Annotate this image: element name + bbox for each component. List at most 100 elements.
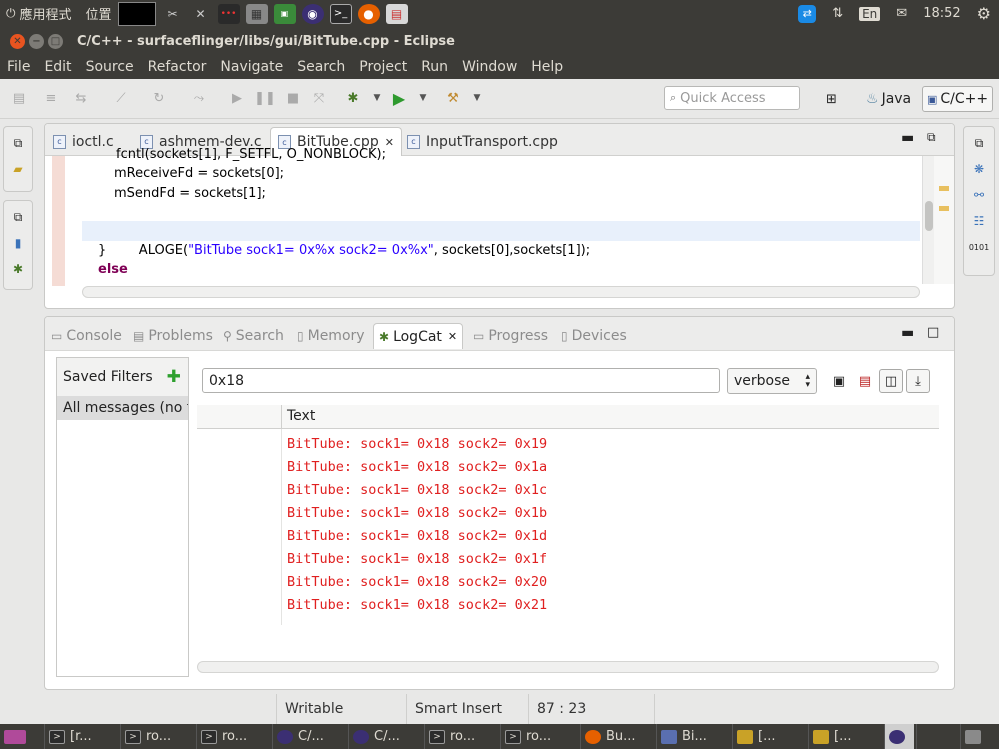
network-icon[interactable]: ⇅ bbox=[832, 6, 843, 21]
minimize-window-button[interactable]: − bbox=[29, 33, 44, 49]
places-menu[interactable]: 位置 bbox=[86, 0, 112, 27]
menu-navigate[interactable]: Navigate bbox=[213, 59, 290, 75]
calculator-launcher-icon[interactable]: ▦ bbox=[245, 3, 268, 24]
restore-icon[interactable]: ⧉ bbox=[969, 133, 989, 153]
step-icon[interactable]: ⤳ bbox=[190, 89, 208, 107]
taskbar-item[interactable]: > ro... bbox=[120, 724, 196, 749]
taskbar-item[interactable]: C/... bbox=[348, 724, 424, 749]
variables-icon[interactable]: ⚯ bbox=[969, 185, 989, 205]
registers-icon[interactable]: ☷ bbox=[969, 211, 989, 231]
debug-icon[interactable]: ✱ bbox=[344, 89, 362, 107]
resume-icon[interactable]: ▶ bbox=[228, 89, 246, 107]
clear-log-icon[interactable]: ▤ bbox=[853, 369, 877, 393]
taskbar-item[interactable]: C/... bbox=[272, 724, 348, 749]
outline-icon[interactable]: ❋ bbox=[969, 159, 989, 179]
tab-problems[interactable]: ▤ Problems bbox=[133, 323, 213, 349]
menu-run[interactable]: Run bbox=[414, 59, 455, 75]
code-area[interactable]: fcntl(sockets[1], F_SETFL, O_NONBLOCK); … bbox=[45, 147, 954, 308]
overview-ruler[interactable] bbox=[934, 156, 954, 284]
code-line[interactable]: fcntl(sockets[1], F_SETFL, O_NONBLOCK); bbox=[116, 145, 386, 165]
menu-refactor[interactable]: Refactor bbox=[141, 59, 214, 75]
warning-marker[interactable] bbox=[939, 186, 949, 191]
run-dropdown-icon[interactable]: ▼ bbox=[414, 89, 432, 107]
open-perspective-button[interactable]: ⊞ bbox=[822, 86, 841, 112]
editor-vertical-scrollbar[interactable] bbox=[922, 156, 934, 284]
trash-button[interactable] bbox=[960, 724, 999, 749]
column-divider[interactable] bbox=[281, 405, 282, 429]
code-line[interactable]: mSendFd = sockets[1]; bbox=[114, 184, 266, 204]
workspace-switcher[interactable] bbox=[884, 724, 914, 749]
tab-ioctl-c[interactable]: c ioctl.c bbox=[53, 127, 114, 156]
taskbar-item[interactable]: > [r... bbox=[44, 724, 120, 749]
maximize-view-icon[interactable]: □ bbox=[927, 325, 939, 340]
code-line-keyword[interactable]: else bbox=[98, 260, 128, 280]
tab-logcat[interactable]: ✱ LogCat ✕ bbox=[373, 323, 464, 349]
menu-file[interactable]: File bbox=[0, 59, 37, 75]
external-tools-icon[interactable]: ⚒ bbox=[444, 89, 462, 107]
taskbar-item[interactable]: Bi... bbox=[656, 724, 728, 749]
perspective-cpp-button[interactable]: ▣ C/C++ bbox=[922, 86, 994, 112]
scroll-lock-button[interactable]: ⤓ bbox=[906, 369, 930, 393]
log-row[interactable]: BitTube: sock1= 0x18 sock2= 0x1b bbox=[287, 502, 547, 525]
scroll-thumb[interactable] bbox=[925, 201, 933, 231]
terminate-icon[interactable]: ■ bbox=[284, 89, 302, 107]
terminal-launcher-icon[interactable] bbox=[117, 1, 156, 26]
show-desktop-button[interactable] bbox=[0, 724, 40, 749]
terminal-icon[interactable]: >_ bbox=[329, 3, 352, 24]
disassembly-icon[interactable]: 0101 bbox=[969, 237, 989, 257]
menu-help[interactable]: Help bbox=[524, 59, 570, 75]
perspective-java-button[interactable]: ♨ Java bbox=[862, 86, 915, 112]
eclipse-launcher-icon[interactable]: ◉ bbox=[301, 3, 324, 24]
tab-memory[interactable]: ▯ Memory bbox=[297, 323, 365, 349]
code-line[interactable]: mReceiveFd = sockets[0]; bbox=[114, 164, 284, 184]
language-indicator[interactable]: En bbox=[859, 6, 881, 21]
maximize-window-button[interactable]: □ bbox=[48, 33, 63, 49]
save-all-icon[interactable]: ⇆ bbox=[72, 89, 90, 107]
tab-inputtransport-cpp[interactable]: c InputTransport.cpp bbox=[407, 127, 558, 156]
save-icon[interactable]: ≡ bbox=[42, 89, 60, 107]
taskbar-item[interactable]: > ro... bbox=[196, 724, 272, 749]
add-filter-icon[interactable]: ✚ bbox=[167, 367, 181, 387]
chip-launcher-icon[interactable]: ▣ bbox=[273, 3, 296, 24]
book-icon[interactable]: ▮ bbox=[8, 233, 28, 253]
settings-gear-icon[interactable]: ⚙ bbox=[977, 4, 991, 23]
disconnect-icon[interactable]: ⤧ bbox=[310, 89, 328, 107]
run-icon[interactable]: ▶ bbox=[390, 89, 408, 108]
menu-project[interactable]: Project bbox=[352, 59, 414, 75]
editor-horizontal-scrollbar[interactable] bbox=[82, 286, 920, 298]
debug-dropdown-icon[interactable]: ▼ bbox=[368, 89, 386, 107]
restore-icon[interactable]: ⧉ bbox=[8, 207, 28, 227]
warning-marker[interactable] bbox=[939, 206, 949, 211]
wrench-launcher-icon[interactable]: ✕ bbox=[190, 4, 212, 24]
close-tab-icon[interactable]: ✕ bbox=[385, 136, 394, 149]
taskbar-item[interactable]: Bu... bbox=[580, 724, 652, 749]
log-row[interactable]: BitTube: sock1= 0x18 sock2= 0x19 bbox=[287, 433, 547, 456]
log-row[interactable]: BitTube: sock1= 0x18 sock2= 0x1d bbox=[287, 525, 547, 548]
taskbar-item[interactable]: [... bbox=[808, 724, 880, 749]
applications-menu[interactable]: ⏻ 應用程式 bbox=[6, 0, 72, 27]
refresh-icon[interactable]: ↻ bbox=[150, 89, 168, 107]
project-explorer-icon[interactable]: ▰ bbox=[8, 159, 28, 179]
tab-search[interactable]: ⚲ Search bbox=[223, 323, 284, 349]
code-line[interactable]: } bbox=[98, 241, 106, 261]
close-tab-icon[interactable]: ✕ bbox=[448, 330, 457, 343]
external-tools-dropdown-icon[interactable]: ▼ bbox=[468, 89, 486, 107]
log-row[interactable]: BitTube: sock1= 0x18 sock2= 0x21 bbox=[287, 594, 547, 617]
files-launcher-icon[interactable]: ▤ bbox=[385, 3, 408, 24]
taskbar-item[interactable]: [... bbox=[732, 724, 804, 749]
teamviewer-icon[interactable]: ⇄ bbox=[798, 4, 817, 23]
close-window-button[interactable]: ✕ bbox=[10, 33, 25, 49]
save-log-icon[interactable]: ▣ bbox=[827, 369, 851, 393]
minimize-editor-icon[interactable]: ▬ bbox=[901, 130, 914, 146]
mail-icon[interactable]: ✉ bbox=[896, 6, 907, 21]
tab-progress[interactable]: ▭ Progress bbox=[473, 323, 548, 349]
quick-access-input[interactable]: ⌕ Quick Access bbox=[664, 86, 800, 110]
tools-launcher-icon[interactable]: ✂ bbox=[162, 4, 184, 24]
menu-source[interactable]: Source bbox=[79, 59, 141, 75]
suspend-icon[interactable]: ❚❚ bbox=[254, 89, 276, 107]
minimize-view-icon[interactable]: ▬ bbox=[901, 325, 914, 341]
log-level-select[interactable]: verbose ▴ ▾ bbox=[727, 368, 817, 394]
build-icon[interactable]: ⟋ bbox=[112, 89, 130, 107]
taskbar-item[interactable]: > ro... bbox=[500, 724, 576, 749]
monitor-launcher-icon[interactable]: ••• bbox=[217, 3, 240, 24]
